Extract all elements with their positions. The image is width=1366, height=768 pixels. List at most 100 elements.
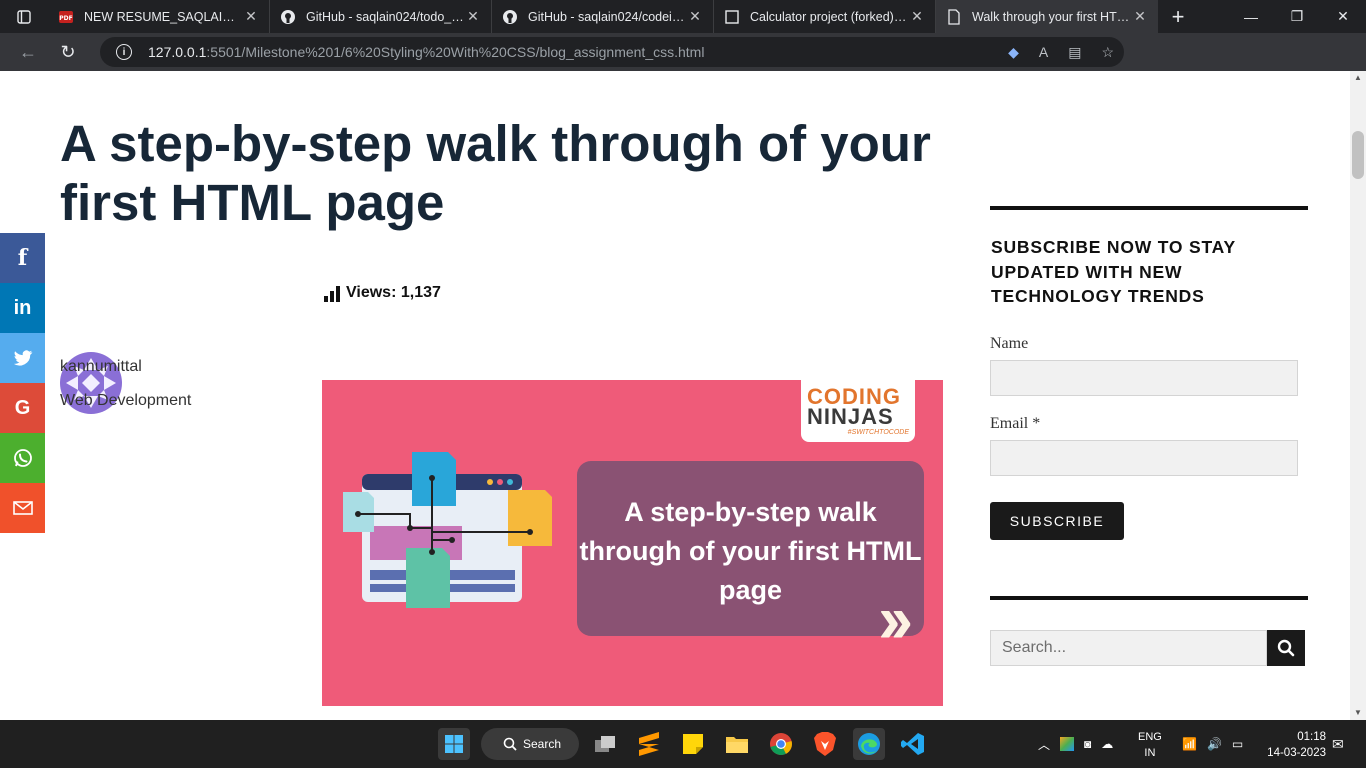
close-quote-icon: ›› [878, 581, 913, 657]
hero-headline: A step-by-step walk through of your firs… [579, 497, 922, 605]
minimize-button[interactable]: — [1228, 0, 1274, 33]
post-category[interactable]: Web Development [60, 392, 191, 410]
plus-icon: + [1171, 3, 1185, 29]
close-icon[interactable]: ✕ [1132, 8, 1148, 25]
tab-github-codeial[interactable]: GitHub - saqlain024/codeial_project ✕ [492, 0, 714, 33]
address-toolbar: ← ↻ i 127.0.0.1:5501/Milestone%201/6%20S… [0, 33, 1366, 97]
onedrive-icon[interactable]: ☁ [1101, 737, 1113, 751]
close-icon[interactable]: ✕ [687, 8, 703, 25]
new-tab-button[interactable]: + [1158, 0, 1198, 33]
linkedin-icon: in [13, 296, 32, 319]
vscode-app[interactable] [897, 728, 929, 760]
maximize-button[interactable]: ❐ [1274, 0, 1320, 33]
url-text[interactable]: 127.0.0.1:5501/Milestone%201/6%20Styling… [148, 44, 704, 60]
clock[interactable]: 01:18 14-03-2023 [1256, 729, 1326, 761]
language-indicator[interactable]: ENG IN [1138, 729, 1162, 761]
facebook-share-button[interactable]: f [0, 233, 45, 283]
page-scrollbar[interactable]: ▲ ▼ [1350, 71, 1366, 720]
search-button[interactable] [1267, 630, 1305, 666]
tab-calculator[interactable]: Calculator project (forked) - CodeSandbo… [714, 0, 936, 33]
webpage-illustration [343, 452, 552, 608]
taskbar-search-label: Search [523, 737, 562, 751]
start-button[interactable] [438, 728, 470, 760]
taskbar-search[interactable]: Search [481, 728, 579, 760]
email-icon [12, 501, 33, 515]
search-input[interactable]: Search... [990, 630, 1267, 666]
favorite-star-icon[interactable]: ☆ [1101, 44, 1114, 61]
battery-icon: ▭ [1231, 737, 1244, 751]
back-arrow-icon: ← [19, 41, 37, 62]
back-button[interactable]: ← [8, 33, 48, 71]
notifications-button[interactable]: ✉ [1332, 720, 1344, 768]
pdf-icon: PDF [58, 9, 74, 25]
omnibox-actions: ◆ A ▤ ☆ [1008, 37, 1114, 67]
immersive-reader-icon[interactable]: ▤ [1068, 44, 1081, 61]
page-icon [946, 8, 962, 25]
hero-image: CODING NINJAS #SWITCHTOCODE ‹‹ A step-by… [322, 380, 943, 706]
subscribe-button[interactable]: SUBSCRIBE [990, 502, 1124, 540]
linkedin-share-button[interactable]: in [0, 283, 45, 333]
tab-github-todo[interactable]: GitHub - saqlain024/todo_task ✕ [270, 0, 492, 33]
email-input[interactable] [990, 440, 1298, 476]
tab-actions-button[interactable] [0, 0, 48, 33]
task-view-button[interactable] [589, 728, 621, 760]
scroll-down-icon[interactable]: ▼ [1350, 706, 1366, 720]
name-label: Name [990, 335, 1029, 352]
close-icon[interactable]: ✕ [243, 8, 259, 25]
twitter-share-button[interactable] [0, 333, 45, 383]
brave-app[interactable] [809, 728, 841, 760]
scrollbar-thumb[interactable] [1352, 131, 1364, 179]
sublime-icon [639, 732, 659, 756]
close-window-button[interactable]: ✕ [1320, 0, 1366, 33]
chrome-app[interactable] [765, 728, 797, 760]
window-controls: — ❐ ✕ [1228, 0, 1366, 33]
url-path: :5501/Milestone%201/6%20Styling%20With%2… [206, 44, 705, 60]
site-info-icon[interactable]: i [116, 44, 132, 60]
close-icon[interactable]: ✕ [465, 8, 481, 25]
scroll-up-icon[interactable]: ▲ [1350, 71, 1366, 85]
file-explorer-app[interactable] [721, 728, 753, 760]
tab-resume-pdf[interactable]: PDF NEW RESUME_SAQLAIN.pdf ✕ [48, 0, 270, 33]
search-icon [1277, 639, 1295, 657]
page-icon [724, 9, 740, 25]
tab-active-html-page[interactable]: Walk through your first HTML page ✕ [936, 0, 1158, 33]
social-share-bar: f in G [0, 233, 45, 533]
windows-taskbar: Search ︿ ◙ ☁ ENG IN 📶 🔊 ▭ 01:18 14-03-20… [0, 720, 1366, 768]
tray-app2-icon[interactable]: ◙ [1084, 737, 1091, 751]
show-hidden-icons[interactable]: ︿ [1038, 736, 1050, 753]
edge-app[interactable] [853, 728, 885, 760]
svg-text:PDF: PDF [59, 15, 72, 22]
page-viewport: A step-by-step walk through of your firs… [0, 71, 1350, 720]
sidebar-divider [990, 206, 1308, 210]
facebook-icon: f [17, 245, 28, 271]
tag-icon[interactable]: ◆ [1008, 44, 1019, 61]
quick-settings[interactable]: 📶 🔊 ▭ [1182, 720, 1243, 768]
windows-logo-icon [445, 735, 463, 753]
system-tray: ︿ ◙ ☁ [1038, 720, 1113, 768]
email-share-button[interactable] [0, 483, 45, 533]
google-share-button[interactable]: G [0, 383, 45, 433]
whatsapp-share-button[interactable] [0, 433, 45, 483]
tab-title: GitHub - saqlain024/codeial_project [528, 9, 687, 24]
tray-app-icon[interactable] [1060, 737, 1075, 751]
name-input[interactable] [990, 360, 1298, 396]
refresh-icon: ↻ [60, 41, 76, 62]
refresh-button[interactable]: ↻ [48, 33, 88, 71]
brave-icon [814, 732, 836, 756]
tab-title: NEW RESUME_SAQLAIN.pdf [84, 9, 243, 24]
sticky-notes-app[interactable] [677, 728, 709, 760]
close-icon[interactable]: ✕ [909, 8, 925, 25]
address-bar[interactable]: i 127.0.0.1:5501/Milestone%201/6%20Styli… [100, 37, 1124, 67]
tab-title: GitHub - saqlain024/todo_task [306, 9, 465, 24]
post-title: A step-by-step walk through of your firs… [60, 115, 931, 231]
views-count: Views: 1,137 [324, 284, 441, 302]
whatsapp-icon [13, 449, 32, 467]
email-label: Email * [990, 415, 1041, 432]
read-aloud-icon[interactable]: A [1039, 44, 1048, 60]
sidebar-divider [990, 596, 1308, 600]
sublime-text-app[interactable] [633, 728, 665, 760]
author-name[interactable]: kannumittal [60, 358, 142, 376]
logo-tag: #SWITCHTOCODE [847, 429, 909, 436]
clock-date: 14-03-2023 [1267, 747, 1326, 759]
lang-line1: ENG [1138, 731, 1162, 743]
